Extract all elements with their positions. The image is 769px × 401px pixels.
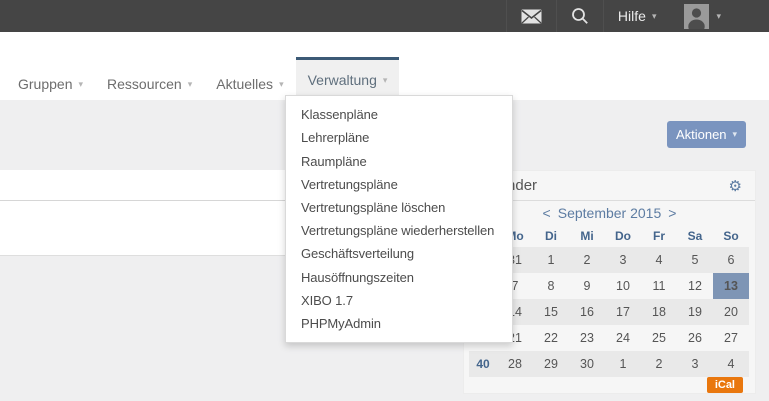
menu-item-vertretungsplaene-wiederherstellen[interactable]: Vertretungspläne wiederherstellen [286,219,512,242]
day-cell-selected[interactable]: 13 [713,273,749,299]
calendar-week-row: 40 28 29 30 1 2 3 4 [469,351,749,377]
day-cell[interactable]: 4 [713,351,749,377]
calendar-footer: iCal [464,377,755,395]
day-cell[interactable]: 3 [605,247,641,273]
menu-item-phpmyadmin[interactable]: PHPMyAdmin [286,312,512,335]
day-cell[interactable]: 22 [533,325,569,351]
day-cell[interactable]: 10 [605,273,641,299]
day-cell[interactable]: 3 [677,351,713,377]
actions-label: Aktionen [676,127,727,142]
day-cell[interactable]: 2 [569,247,605,273]
day-cell[interactable]: 26 [677,325,713,351]
day-cell[interactable]: 20 [713,299,749,325]
day-cell[interactable]: 18 [641,299,677,325]
nav-item-verwaltung[interactable]: Verwaltung ▾ [296,57,400,100]
menu-item-raumplaene[interactable]: Raumpläne [286,149,512,172]
day-cell[interactable]: 6 [713,247,749,273]
day-cell[interactable]: 30 [569,351,605,377]
dow-label: Do [605,225,641,247]
day-cell[interactable]: 23 [569,325,605,351]
week-number: 40 [469,351,497,377]
day-cell[interactable]: 4 [641,247,677,273]
menu-item-vertretungsplaene[interactable]: Vertretungspläne [286,173,512,196]
actions-button[interactable]: Aktionen ▾ [667,121,746,148]
nav-label: Gruppen [18,76,72,92]
menu-item-lehrerplaene[interactable]: Lehrerpläne [286,126,512,149]
month-label: September 2015 [558,205,662,221]
search-button[interactable] [557,0,603,32]
day-cell[interactable]: 1 [605,351,641,377]
day-cell[interactable]: 12 [677,273,713,299]
user-menu[interactable]: ▾ [670,0,735,32]
nav-item-aktuelles[interactable]: Aktuelles ▾ [204,68,295,100]
nav-label: Aktuelles [216,76,273,92]
dow-label: Fr [641,225,677,247]
help-label: Hilfe [618,8,646,24]
mail-icon [521,9,542,24]
dow-label: Mi [569,225,605,247]
day-cell[interactable]: 24 [605,325,641,351]
help-menu[interactable]: Hilfe ▾ [604,0,671,32]
nav-label: Verwaltung [308,72,377,88]
main-nav: Gruppen ▾ Ressourcen ▾ Aktuelles ▾ Verwa… [0,32,769,100]
nav-item-gruppen[interactable]: Gruppen ▾ [6,68,95,100]
search-icon [571,7,589,25]
day-cell[interactable]: 5 [677,247,713,273]
gear-icon[interactable]: ⚙ [729,177,742,195]
day-cell[interactable]: 11 [641,273,677,299]
day-cell[interactable]: 17 [605,299,641,325]
day-cell[interactable]: 1 [533,247,569,273]
prev-month-button[interactable]: < [543,205,551,221]
chevron-down-icon: ▾ [383,76,388,85]
day-cell[interactable]: 19 [677,299,713,325]
menu-item-klassenplaene[interactable]: Klassenpläne [286,103,512,126]
menu-item-geschaeftsverteilung[interactable]: Geschäftsverteilung [286,242,512,265]
dow-label: Di [533,225,569,247]
chevron-down-icon: ▾ [78,80,83,89]
day-cell[interactable]: 29 [533,351,569,377]
day-cell[interactable]: 15 [533,299,569,325]
day-cell[interactable]: 16 [569,299,605,325]
next-month-button[interactable]: > [668,205,676,221]
day-cell[interactable]: 28 [497,351,533,377]
day-cell[interactable]: 25 [641,325,677,351]
dow-label: Sa [677,225,713,247]
menu-item-hausoeffnungszeiten[interactable]: Hausöffnungszeiten [286,265,512,288]
day-cell[interactable]: 27 [713,325,749,351]
chevron-down-icon: ▾ [652,12,657,21]
mail-button[interactable] [507,0,556,32]
chevron-down-icon: ▾ [188,80,193,89]
menu-item-vertretungsplaene-loeschen[interactable]: Vertretungspläne löschen [286,196,512,219]
day-cell[interactable]: 2 [641,351,677,377]
avatar [684,4,709,29]
chevron-down-icon: ▾ [279,80,284,89]
topbar: Hilfe ▾ ▾ [0,0,769,32]
chevron-down-icon: ▾ [733,130,738,139]
dow-label: So [713,225,749,247]
nav-item-ressourcen[interactable]: Ressourcen ▾ [95,68,204,100]
ical-button[interactable]: iCal [707,377,743,393]
verwaltung-dropdown-menu: Klassenpläne Lehrerpläne Raumpläne Vertr… [285,95,513,343]
topbar-right-group: Hilfe ▾ ▾ [506,0,769,32]
menu-item-xibo[interactable]: XIBO 1.7 [286,289,512,312]
day-cell[interactable]: 9 [569,273,605,299]
chevron-down-icon: ▾ [716,12,721,21]
day-cell[interactable]: 8 [533,273,569,299]
nav-label: Ressourcen [107,76,182,92]
